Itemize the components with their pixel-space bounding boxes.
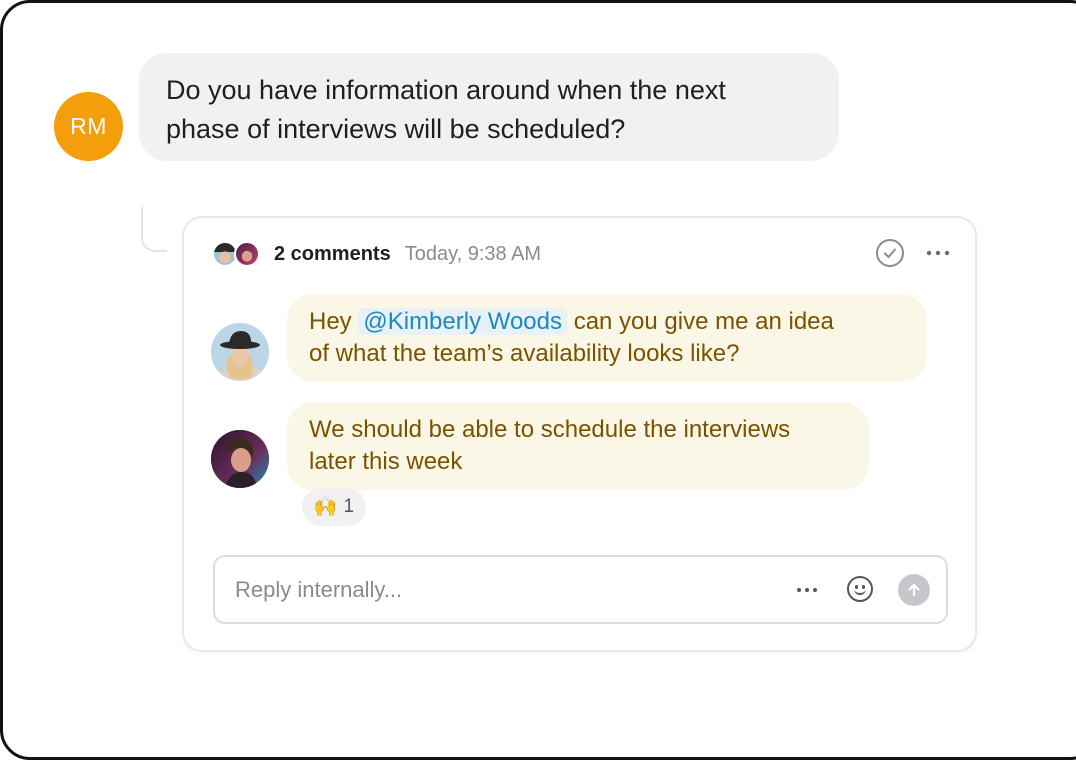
participant-avatar — [234, 241, 260, 267]
thread-connector — [141, 207, 167, 252]
thread-timestamp: Today, 9:38 AM — [404, 242, 542, 265]
reply-box — [213, 555, 948, 624]
raising-hands-icon: 🙌 — [313, 497, 338, 518]
comment-text: We should be able to schedule the interv… — [309, 416, 791, 443]
comment-text: can you give me an idea — [573, 308, 834, 335]
comment-text: of what the team’s availability looks li… — [309, 340, 740, 367]
question-text-line: Do you have information around when the … — [166, 75, 726, 105]
thread-header: 2 comments Today, 9:38 AM — [212, 238, 541, 270]
reaction-chip[interactable]: 🙌 1 — [302, 488, 366, 526]
question-text-line: phase of interviews will be scheduled? — [166, 114, 626, 144]
comment-text: later this week — [309, 448, 463, 475]
question-message: Do you have information around when the … — [139, 53, 839, 161]
check-circle-icon[interactable] — [876, 239, 904, 267]
reply-input[interactable] — [235, 573, 755, 607]
comment-text: Hey — [309, 308, 352, 335]
avatar: RM — [54, 92, 123, 161]
app-frame: RM Do you have information around when t… — [0, 0, 1076, 760]
participant-avatars — [212, 239, 264, 269]
more-horizontal-icon[interactable] — [923, 240, 953, 266]
more-horizontal-icon[interactable] — [793, 577, 821, 603]
avatar[interactable] — [211, 323, 269, 381]
comment-bubble: We should be able to schedule the interv… — [287, 402, 869, 490]
smiley-icon[interactable] — [847, 576, 873, 602]
comment-bubble: Hey @Kimberly Woods can you give me an i… — [287, 294, 927, 382]
mention-tag[interactable]: @Kimberly Woods — [358, 308, 568, 335]
reaction-count: 1 — [343, 496, 355, 517]
avatar[interactable] — [211, 430, 269, 488]
comment-thread-card: 2 comments Today, 9:38 AM Hey @Kimberly … — [182, 216, 977, 652]
send-arrow-icon[interactable] — [898, 574, 930, 606]
comment-count[interactable]: 2 comments — [274, 243, 391, 266]
